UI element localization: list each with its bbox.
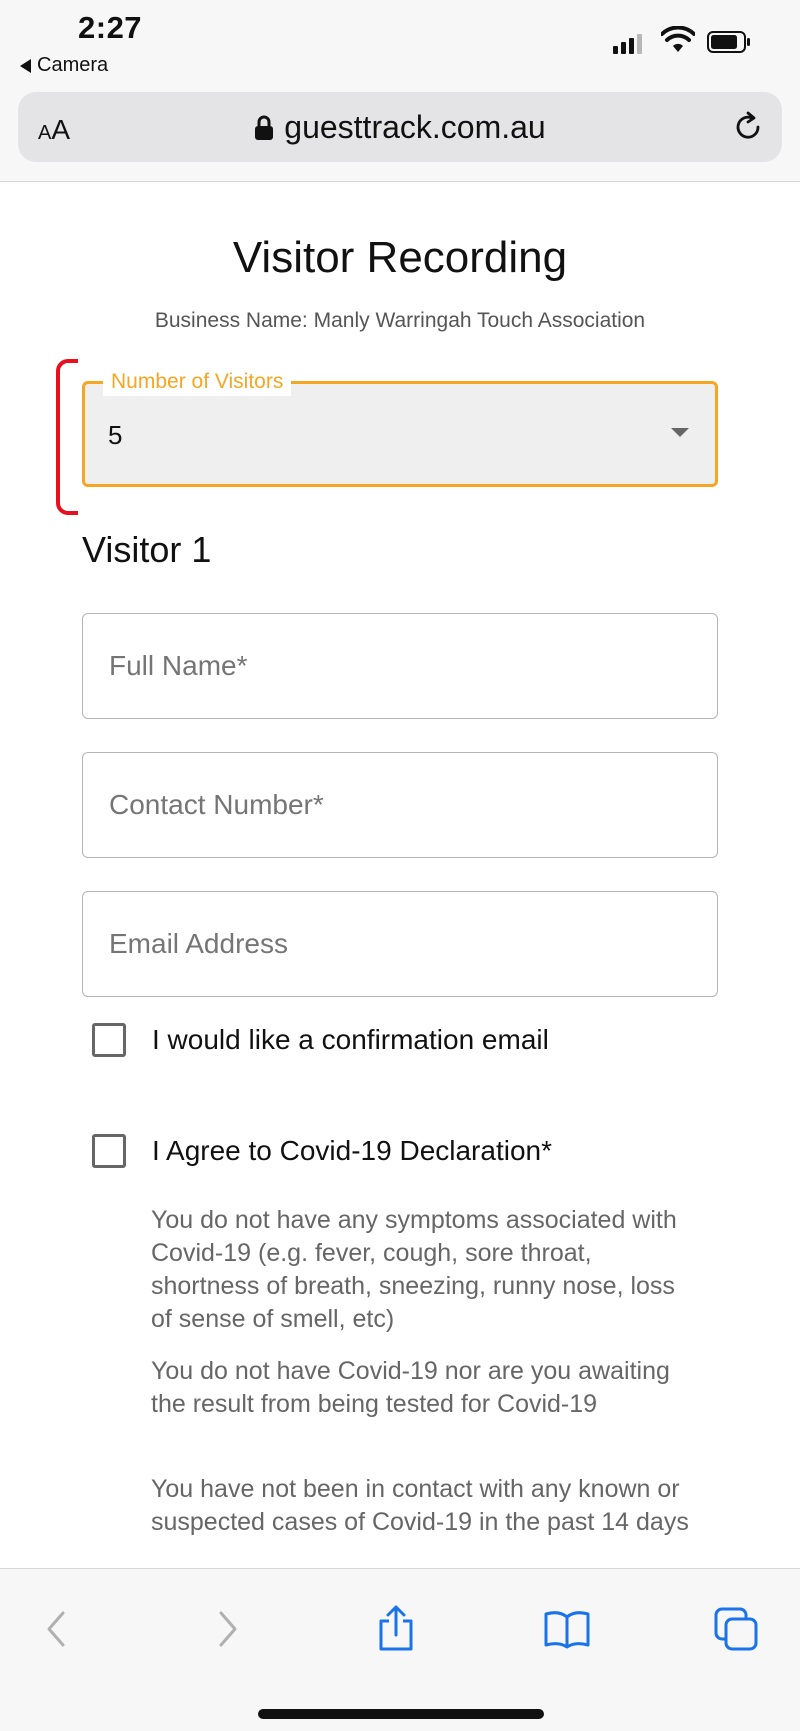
- reload-icon[interactable]: [730, 109, 766, 145]
- browser-address-area: AA guesttrack.com.au: [0, 82, 800, 182]
- battery-icon: [707, 31, 750, 53]
- annotation-bracket: [56, 359, 78, 515]
- url-display[interactable]: guesttrack.com.au: [18, 109, 782, 146]
- email-address-field: [82, 891, 718, 997]
- wifi-icon: [661, 26, 695, 52]
- bookmarks-button[interactable]: [537, 1599, 597, 1659]
- business-name: Business Name: Manly Warringah Touch Ass…: [154, 309, 646, 332]
- url-text: guesttrack.com.au: [284, 109, 546, 145]
- declaration-paragraph: You do not have any symptoms associated …: [151, 1206, 677, 1333]
- covid-declaration-checkbox[interactable]: [92, 1134, 126, 1168]
- confirmation-email-option[interactable]: I would like a confirmation email: [92, 1023, 549, 1057]
- full-name-field: [82, 613, 718, 719]
- back-button[interactable]: [26, 1599, 86, 1659]
- confirmation-email-label: I would like a confirmation email: [152, 1024, 549, 1055]
- forward-button[interactable]: [198, 1599, 258, 1659]
- contact-number-field: [82, 752, 718, 858]
- back-app-label: Camera: [37, 54, 109, 76]
- confirmation-email-checkbox[interactable]: [92, 1023, 126, 1057]
- caret-down-icon: [671, 428, 689, 437]
- chevron-left-icon: [47, 1611, 65, 1647]
- full-name-input[interactable]: [83, 614, 717, 718]
- page-content: Visitor Recording Business Name: Manly W…: [0, 183, 800, 1568]
- address-bar[interactable]: AA guesttrack.com.au: [18, 92, 782, 162]
- page-title: Visitor Recording: [232, 233, 568, 282]
- chevron-right-icon: [219, 1611, 237, 1647]
- book-icon: [544, 1611, 590, 1649]
- home-indicator: [258, 1709, 544, 1719]
- back-triangle-icon: [20, 58, 31, 73]
- select-value: 5: [108, 420, 123, 450]
- select-label: Number of Visitors: [103, 368, 292, 396]
- tabs-icon: [714, 1607, 758, 1651]
- back-to-app-link[interactable]: Camera: [20, 54, 108, 77]
- email-address-input[interactable]: [83, 892, 717, 996]
- share-icon: [379, 1605, 413, 1651]
- contact-number-input[interactable]: [83, 753, 717, 857]
- number-of-visitors-select[interactable]: Number of Visitors 5: [82, 368, 718, 487]
- lock-icon: [255, 115, 274, 140]
- declaration-paragraph: You do not have Covid-19 nor are you awa…: [151, 1357, 670, 1418]
- visitor-heading: Visitor 1: [82, 529, 212, 570]
- covid-declaration-option[interactable]: I Agree to Covid-19 Declaration*: [92, 1134, 552, 1168]
- browser-toolbar: [0, 1568, 800, 1731]
- status-time: 2:27: [78, 10, 143, 45]
- declaration-paragraph: You have not been in contact with any kn…: [151, 1475, 689, 1536]
- status-bar: 2:27 Camera: [0, 0, 800, 82]
- share-button[interactable]: [366, 1599, 426, 1659]
- covid-declaration-label: I Agree to Covid-19 Declaration*: [152, 1135, 552, 1166]
- cellular-signal-icon: [613, 30, 642, 54]
- tabs-button[interactable]: [706, 1599, 766, 1659]
